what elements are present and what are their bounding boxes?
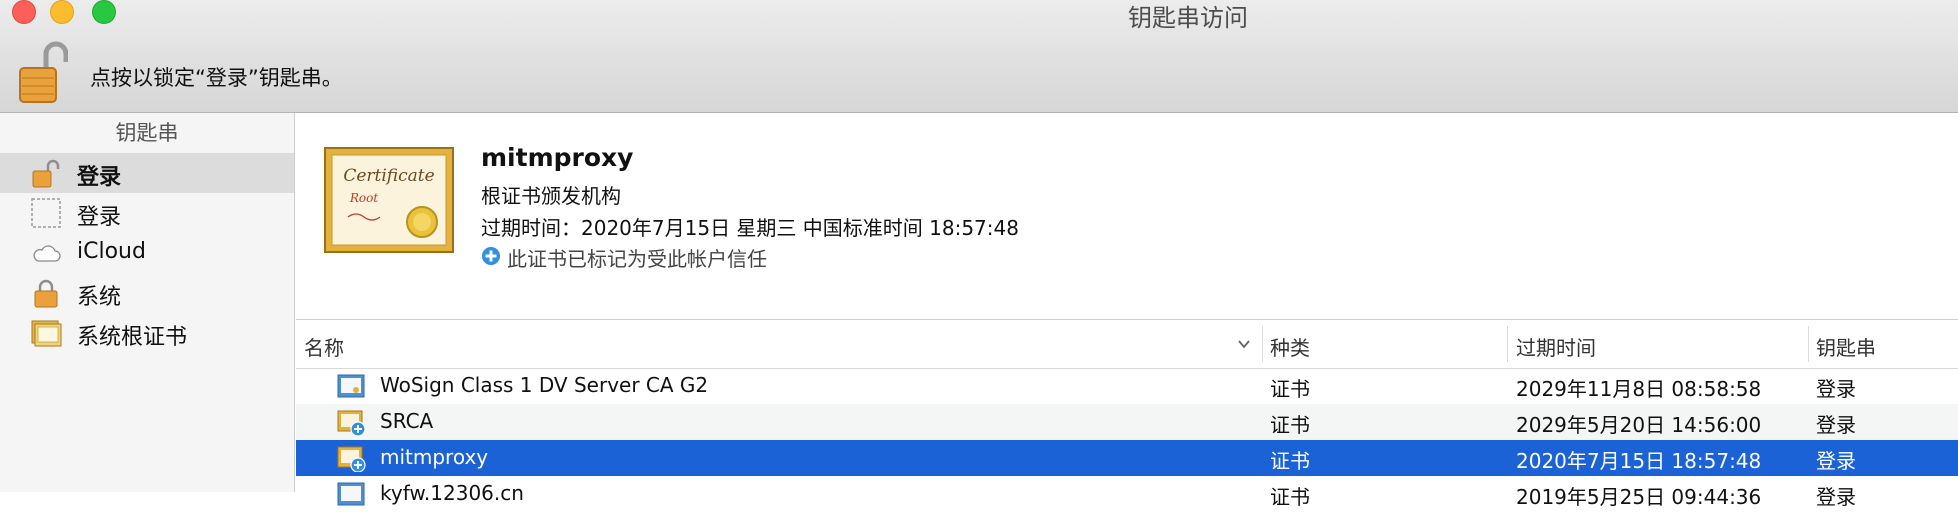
row-expires: 2029年5月20日 14:56:00 [1516, 413, 1762, 437]
sidebar-item-label: 系统 [77, 285, 122, 310]
row-keychain: 登录 [1816, 485, 1856, 509]
table-row-selected[interactable]: mitmproxy 证书 2020年7月15日 18:57:48 登录 [296, 440, 1958, 476]
column-header-kind[interactable]: 种类 [1270, 332, 1310, 361]
row-kind: 证书 [1270, 413, 1310, 437]
sidebar-item-login-unlocked[interactable]: 登录 [0, 153, 294, 193]
cert-image-title: Certificate [343, 166, 434, 186]
unlocked-padlock-icon [19, 41, 69, 103]
root-certificate-icon: Certificate Root [324, 147, 454, 253]
unlocked-padlock-icon [32, 159, 60, 188]
certificate-type: 根证书颁发机构 [481, 184, 621, 208]
row-kind: 证书 [1270, 377, 1310, 401]
table-header: 名称 种类 过期时间 钥匙串 [296, 320, 1958, 369]
keychains-sidebar: 钥匙串 登录 登录 iCloud 系统 系统根证书 [0, 113, 295, 492]
column-divider[interactable] [1262, 326, 1263, 362]
maximize-window-button[interactable] [92, 0, 116, 24]
column-header-name[interactable]: 名称 [304, 332, 344, 361]
lock-keychain-button[interactable] [18, 38, 69, 104]
row-kind: 证书 [1270, 485, 1310, 509]
dashed-keychain-icon [31, 198, 61, 228]
window-title: 钥匙串访问 [1128, 4, 1248, 32]
sidebar-item-label: iCloud [77, 239, 146, 264]
sidebar-item-icloud[interactable]: iCloud [0, 233, 294, 273]
row-name: WoSign Class 1 DV Server CA G2 [380, 373, 709, 397]
cert-image-subtitle: Root [349, 191, 378, 205]
row-expires: 2029年11月8日 08:58:58 [1516, 377, 1762, 401]
certificate-detail-panel: Certificate Root mitmproxy 根证书颁发机构 过期时间：… [296, 113, 1958, 320]
row-keychain: 登录 [1816, 377, 1856, 401]
row-name: kyfw.12306.cn [380, 481, 524, 505]
certificate-name: mitmproxy [481, 143, 634, 172]
table-row[interactable]: SRCA 证书 2029年5月20日 14:56:00 登录 [296, 404, 1958, 440]
sidebar-item-label: 登录 [77, 165, 122, 190]
certificate-expiry: 过期时间：2020年7月15日 星期三 中国标准时间 18:57:48 [481, 216, 1019, 240]
row-name: mitmproxy [380, 445, 489, 469]
table-row[interactable]: WoSign Class 1 DV Server CA G2 证书 2029年1… [296, 368, 1958, 404]
row-kind: 证书 [1270, 449, 1310, 473]
trusted-certificate-icon [337, 410, 366, 436]
certificate-trust-status: 此证书已标记为受此帐户信任 [507, 247, 767, 271]
certificate-icon [337, 482, 365, 506]
certificate-icon [337, 374, 365, 398]
row-expires: 2019年5月25日 09:44:36 [1516, 485, 1762, 509]
window-titlebar: 钥匙串访问 点按以锁定“登录”钥匙串。 [0, 0, 1958, 113]
column-divider[interactable] [1507, 326, 1508, 362]
close-window-button[interactable] [12, 0, 36, 24]
cloud-icon [33, 245, 61, 262]
sidebar-heading: 钥匙串 [115, 121, 179, 145]
minimize-window-button[interactable] [50, 0, 74, 24]
sidebar-item-label: 系统根证书 [77, 325, 188, 350]
sidebar-item-system[interactable]: 系统 [0, 273, 294, 313]
column-header-expires[interactable]: 过期时间 [1516, 332, 1596, 361]
sidebar-item-system-roots[interactable]: 系统根证书 [0, 313, 294, 353]
row-keychain: 登录 [1816, 413, 1856, 437]
row-expires: 2020年7月15日 18:57:48 [1516, 449, 1762, 473]
sidebar-item-login[interactable]: 登录 [0, 193, 294, 233]
column-header-keychain[interactable]: 钥匙串 [1816, 332, 1876, 361]
row-name: SRCA [380, 409, 434, 433]
row-keychain: 登录 [1816, 449, 1856, 473]
column-divider[interactable] [1808, 326, 1809, 362]
table-row[interactable]: kyfw.12306.cn 证书 2019年5月25日 09:44:36 登录 [296, 476, 1958, 512]
certificate-folder-icon [31, 320, 62, 347]
sidebar-item-label: 登录 [77, 205, 122, 230]
trusted-plus-icon [482, 247, 500, 265]
trusted-certificate-icon [337, 446, 366, 472]
padlock-icon [34, 279, 58, 308]
chevron-down-icon[interactable] [1236, 336, 1252, 352]
lock-status-text: 点按以锁定“登录”钥匙串。 [90, 66, 343, 90]
